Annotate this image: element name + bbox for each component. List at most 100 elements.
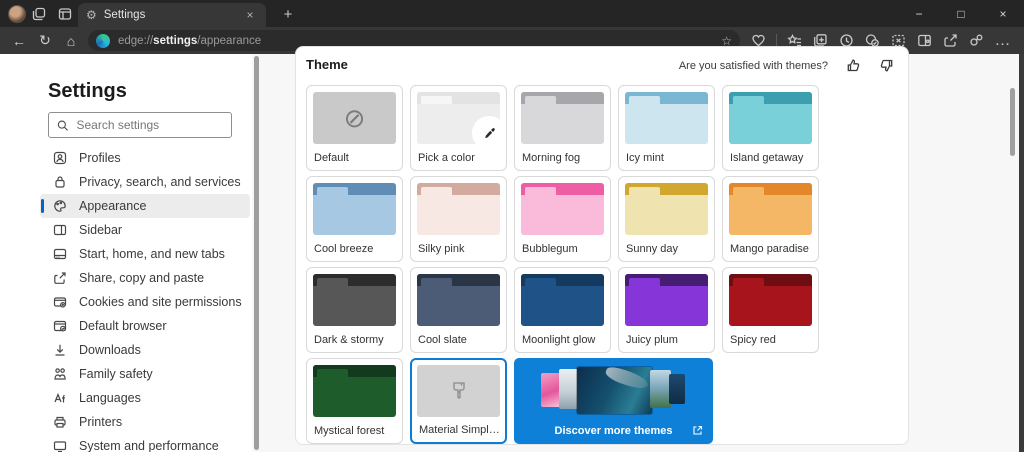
sidebar-item-label: Sidebar: [79, 223, 122, 237]
theme-name: Icy mint: [626, 152, 709, 164]
close-button[interactable]: ×: [982, 0, 1024, 27]
default-browser-icon: [52, 319, 67, 334]
tab-close-icon[interactable]: ×: [242, 8, 258, 22]
tab-title: Settings: [104, 9, 146, 21]
title-bar: ⚙ Settings × + − □ ×: [0, 0, 1024, 27]
linked-profiles-icon[interactable]: [968, 32, 985, 49]
sidebar-item-languages[interactable]: Languages: [40, 386, 250, 410]
tab-favicon-gear-icon: ⚙: [86, 8, 97, 22]
printer-icon: [52, 415, 67, 430]
theme-preview: [521, 92, 604, 144]
theme-card-cool-slate[interactable]: Cool slate: [410, 267, 507, 353]
theme-card-juicy-plum[interactable]: Juicy plum: [618, 267, 715, 353]
search-settings-input[interactable]: [76, 118, 223, 132]
theme-name: Spicy red: [730, 334, 813, 346]
sidebar-item-printers[interactable]: Printers: [40, 410, 250, 434]
theme-name: Moonlight glow: [522, 334, 605, 346]
edge-logo-icon: [96, 34, 110, 48]
theme-name: Default: [314, 152, 397, 164]
sidebar-item-privacy[interactable]: Privacy, search, and services: [40, 170, 250, 194]
tab-actions-icon[interactable]: [52, 3, 78, 25]
sidebar-item-system-performance[interactable]: System and performance: [40, 434, 250, 452]
theme-thumbnail: [669, 374, 685, 404]
theme-name: Morning fog: [522, 152, 605, 164]
banner-label: Discover more themes: [555, 425, 673, 437]
theme-card-mango-paradise[interactable]: Mango paradise: [722, 176, 819, 262]
sidebar-item-label: Downloads: [79, 343, 141, 357]
theme-card-sunny-day[interactable]: Sunny day: [618, 176, 715, 262]
sidebar-nav: Profiles Privacy, search, and services A…: [40, 146, 250, 452]
sidebar-item-cookies-permissions[interactable]: Cookies and site permissions: [40, 290, 250, 314]
thumbs-down-icon[interactable]: [879, 58, 894, 73]
more-menu-icon[interactable]: …: [994, 32, 1011, 49]
sidebar-item-family-safety[interactable]: Family safety: [40, 362, 250, 386]
theme-card-pick-a-color[interactable]: Pick a color: [410, 85, 507, 171]
theme-card-silky-pink[interactable]: Silky pink: [410, 176, 507, 262]
theme-preview: [625, 274, 708, 326]
theme-card-material-simple[interactable]: Material Simple Da...: [410, 358, 507, 444]
sidebar-item-label: Languages: [79, 391, 141, 405]
theme-card-dark-and-stormy[interactable]: Dark & stormy: [306, 267, 403, 353]
sidebar-item-label: Profiles: [79, 151, 121, 165]
sidebar-item-label: Appearance: [79, 199, 146, 213]
theme-preview: [417, 365, 500, 417]
settings-sidebar: Settings Profiles Privacy, search, and s…: [0, 54, 252, 452]
theme-name: Cool slate: [418, 334, 501, 346]
theme-card-morning-fog[interactable]: Morning fog: [514, 85, 611, 171]
back-button[interactable]: ←: [6, 30, 32, 52]
sidebar-item-start-home-tabs[interactable]: Start, home, and new tabs: [40, 242, 250, 266]
sidebar-item-sidebar[interactable]: Sidebar: [40, 218, 250, 242]
theme-card-icy-mint[interactable]: Icy mint: [618, 85, 715, 171]
window-controls: − □ ×: [898, 0, 1024, 27]
search-settings-box[interactable]: [48, 112, 232, 138]
theme-preview: [625, 92, 708, 144]
sidebar-item-downloads[interactable]: Downloads: [40, 338, 250, 362]
refresh-button[interactable]: ↻: [32, 30, 58, 52]
sidebar-item-label: System and performance: [79, 439, 219, 452]
sidebar-item-profiles[interactable]: Profiles: [40, 146, 250, 170]
workspaces-icon[interactable]: [26, 3, 52, 25]
theme-preview: [521, 274, 604, 326]
privacy-lock-icon: [52, 175, 67, 190]
cookies-icon: [52, 295, 67, 310]
split-screen-icon[interactable]: [916, 32, 933, 49]
sidebar-item-label: Default browser: [79, 319, 167, 333]
theme-card-moonlight-glow[interactable]: Moonlight glow: [514, 267, 611, 353]
content-scrollbar[interactable]: [1010, 88, 1015, 156]
theme-card-default[interactable]: ⊘ Default: [306, 85, 403, 171]
sidebar-item-share-copy-paste[interactable]: Share, copy and paste: [40, 266, 250, 290]
sidebar-item-label: Start, home, and new tabs: [79, 247, 225, 261]
sidebar-item-default-browser[interactable]: Default browser: [40, 314, 250, 338]
share-icon[interactable]: [942, 32, 959, 49]
theme-card-cool-breeze[interactable]: Cool breeze: [306, 176, 403, 262]
external-link-icon: [692, 425, 703, 436]
start-page-icon: [52, 247, 67, 262]
theme-card-mystical-forest[interactable]: Mystical forest: [306, 358, 403, 444]
theme-card-island-getaway[interactable]: Island getaway: [722, 85, 819, 171]
theme-name: Bubblegum: [522, 243, 605, 255]
maximize-button[interactable]: □: [940, 0, 982, 27]
profile-avatar[interactable]: [8, 5, 26, 23]
theme-card-spicy-red[interactable]: Spicy red: [722, 267, 819, 353]
theme-preview: [313, 274, 396, 326]
theme-card-bubblegum[interactable]: Bubblegum: [514, 176, 611, 262]
sidebar-scrollbar[interactable]: [254, 56, 259, 450]
theme-preview: [729, 183, 812, 235]
thumbs-up-icon[interactable]: [846, 58, 861, 73]
blocked-icon: ⊘: [313, 92, 396, 144]
profiles-icon: [52, 151, 67, 166]
new-tab-button[interactable]: +: [276, 4, 300, 24]
sidebar-item-appearance[interactable]: Appearance: [40, 194, 250, 218]
theme-preview: [625, 183, 708, 235]
languages-icon: [52, 391, 67, 406]
minimize-button[interactable]: −: [898, 0, 940, 27]
theme-name: Mystical forest: [314, 425, 397, 437]
search-icon: [57, 119, 68, 132]
theme-name: Island getaway: [730, 152, 813, 164]
tab-settings[interactable]: ⚙ Settings ×: [78, 3, 266, 27]
home-button[interactable]: ⌂: [58, 30, 84, 52]
appearance-palette-icon: [52, 199, 67, 214]
system-icon: [52, 439, 67, 452]
sidebar-item-label: Printers: [79, 415, 122, 429]
discover-more-themes-banner[interactable]: Discover more themes: [514, 358, 713, 444]
